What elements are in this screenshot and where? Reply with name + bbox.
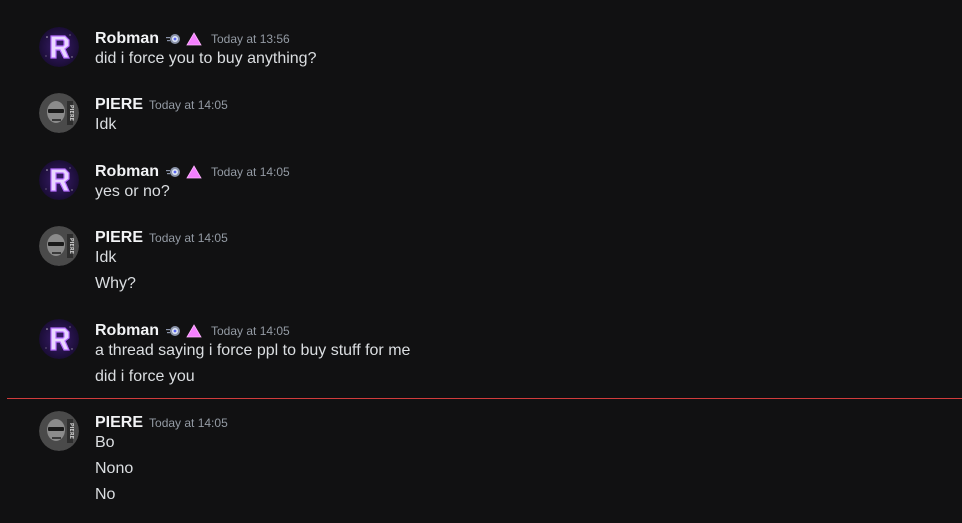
piere-portrait-avatar-icon: PIERE (39, 226, 79, 266)
triangle-badge-icon[interactable] (185, 324, 203, 338)
avatar[interactable] (39, 27, 79, 67)
message-header: Robman Today at 13:56 (95, 29, 290, 49)
robman-r-logo-avatar-icon (39, 160, 79, 200)
message-header: PIERE Today at 14:05 (95, 95, 228, 115)
avatar[interactable]: PIERE (39, 93, 79, 133)
chat-message-list: Robman Today at 13:56 did i force you to… (0, 0, 962, 523)
message-header: Robman Today at 14:05 (95, 162, 290, 182)
triangle-badge-icon[interactable] (185, 32, 203, 46)
svg-text:PIERE: PIERE (68, 238, 74, 255)
username[interactable]: Robman (95, 321, 159, 341)
avatar[interactable]: PIERE (39, 411, 79, 451)
message-group: PIERE PIERE Today at 14:05 Idk (0, 93, 962, 139)
timestamp[interactable]: Today at 14:05 (149, 228, 228, 248)
avatar[interactable] (39, 319, 79, 359)
message-group: PIERE PIERE Today at 14:05 Bo Nono No (0, 411, 962, 511)
badge-list (165, 165, 205, 179)
svg-text:PIERE: PIERE (68, 105, 74, 122)
username[interactable]: Robman (95, 29, 159, 49)
timestamp[interactable]: Today at 14:05 (211, 162, 290, 182)
badge-list (165, 324, 205, 338)
message-content: Idk (95, 116, 117, 133)
username[interactable]: PIERE (95, 228, 143, 248)
nitro-orb-badge-icon[interactable] (165, 165, 183, 179)
timestamp[interactable]: Today at 14:05 (211, 321, 290, 341)
robman-r-logo-avatar-icon (39, 319, 79, 359)
robman-r-logo-avatar-icon (39, 27, 79, 67)
username[interactable]: Robman (95, 162, 159, 182)
message-content: Nono (95, 460, 134, 477)
new-messages-divider (7, 398, 962, 399)
message-content: Idk (95, 249, 117, 266)
svg-text:PIERE: PIERE (68, 423, 74, 440)
message-header: PIERE Today at 14:05 (95, 413, 228, 433)
message-group: Robman Today at 14:05 yes or no? (0, 160, 962, 206)
message-header: Robman Today at 14:05 (95, 321, 290, 341)
message-content: Bo (95, 434, 115, 451)
message-content: did i force you (95, 368, 195, 385)
message-group: Robman Today at 13:56 did i force you to… (0, 27, 962, 73)
nitro-orb-badge-icon[interactable] (165, 32, 183, 46)
username[interactable]: PIERE (95, 413, 143, 433)
message-content: a thread saying i force ppl to buy stuff… (95, 342, 411, 359)
message-group: PIERE PIERE Today at 14:05 Idk Why? (0, 226, 962, 298)
timestamp[interactable]: Today at 13:56 (211, 29, 290, 49)
message-group: Robman Today at 14:05 a thread saying i … (0, 319, 962, 391)
triangle-badge-icon[interactable] (185, 165, 203, 179)
avatar[interactable] (39, 160, 79, 200)
badge-list (165, 32, 205, 46)
message-content: Why? (95, 275, 136, 292)
message-header: PIERE Today at 14:05 (95, 228, 228, 248)
piere-portrait-avatar-icon: PIERE (39, 411, 79, 451)
nitro-orb-badge-icon[interactable] (165, 324, 183, 338)
username[interactable]: PIERE (95, 95, 143, 115)
piere-portrait-avatar-icon: PIERE (39, 93, 79, 133)
message-content: did i force you to buy anything? (95, 50, 317, 67)
timestamp[interactable]: Today at 14:05 (149, 95, 228, 115)
message-content: yes or no? (95, 183, 170, 200)
message-content: No (95, 486, 116, 503)
avatar[interactable]: PIERE (39, 226, 79, 266)
timestamp[interactable]: Today at 14:05 (149, 413, 228, 433)
